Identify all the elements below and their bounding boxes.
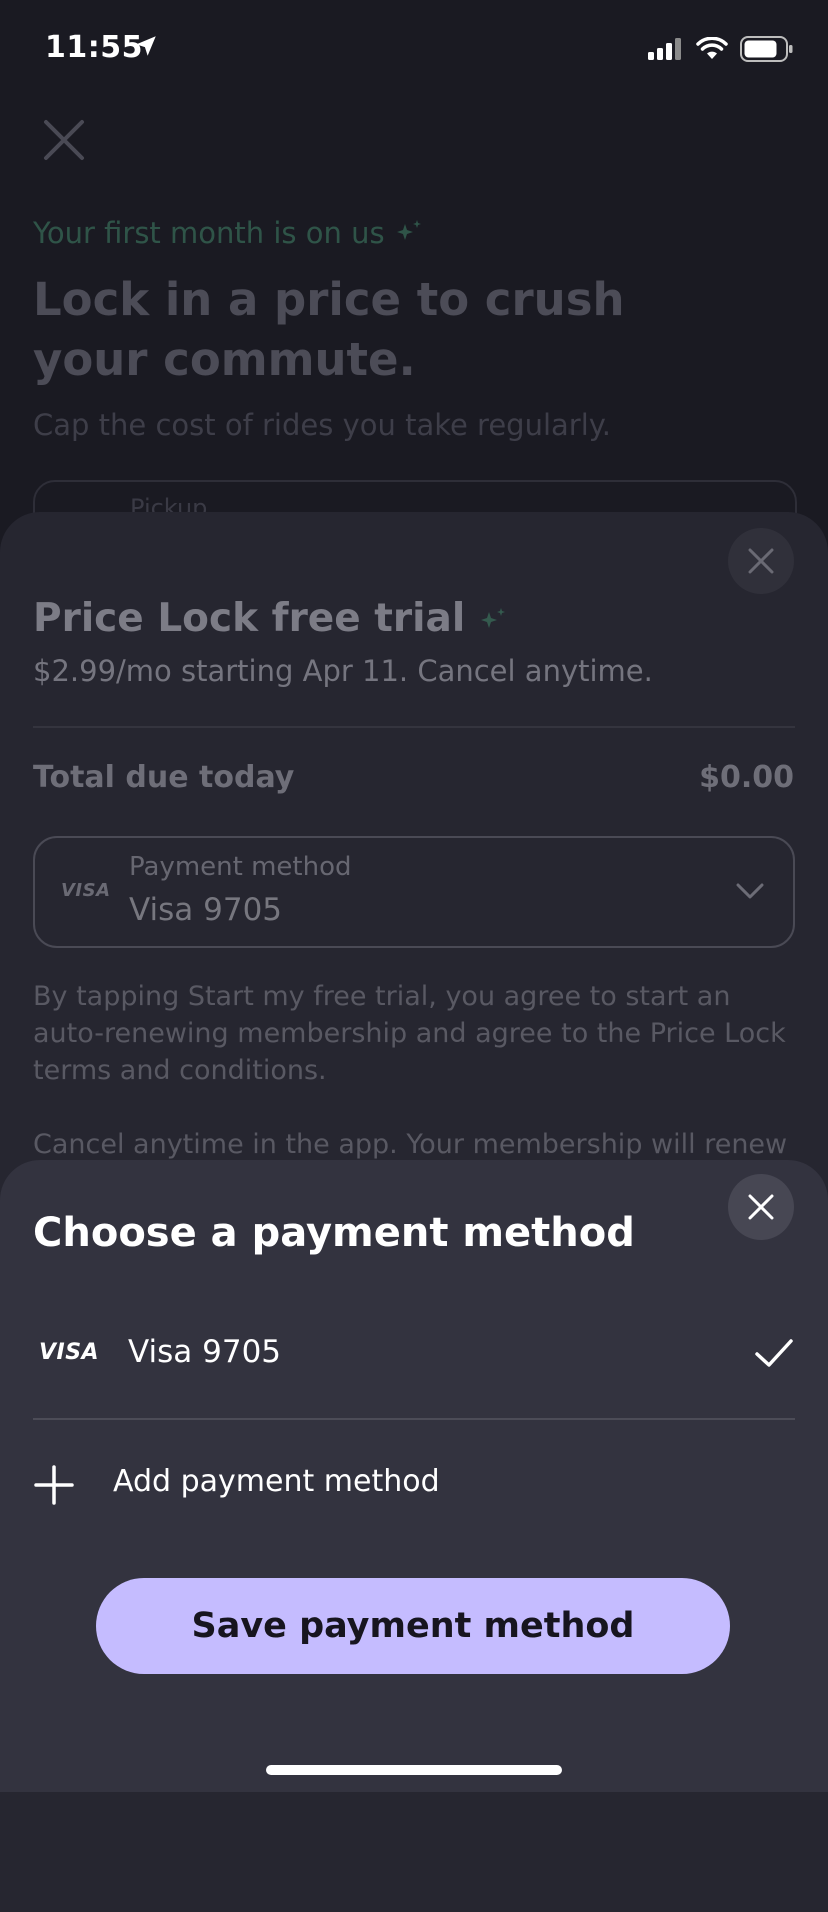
plus-icon xyxy=(34,1465,74,1505)
payment-method-label: Payment method xyxy=(129,852,352,882)
payment-method-select[interactable]: VISA Payment method Visa 9705 xyxy=(33,836,795,948)
visa-logo: VISA xyxy=(39,1340,100,1365)
trial-title-text: Price Lock free trial xyxy=(33,596,466,641)
cancel-note: Cancel anytime in the app. Your membersh… xyxy=(33,1129,788,1160)
sparkle-icon xyxy=(481,607,506,628)
trial-title: Price Lock free trial xyxy=(33,596,509,641)
divider xyxy=(33,1418,795,1420)
trial-subtitle: $2.99/mo starting Apr 11. Cancel anytime… xyxy=(33,654,653,688)
terms-text: By tapping Start my free trial, you agre… xyxy=(33,981,786,1086)
trial-sheet-close-button[interactable] xyxy=(728,528,794,594)
close-button[interactable] xyxy=(728,1174,794,1240)
save-payment-method-button[interactable]: Save payment method xyxy=(96,1578,730,1674)
page-subtitle: Cap the cost of rides you take regularly… xyxy=(33,408,612,442)
payment-option-label: Visa 9705 xyxy=(128,1334,282,1370)
sparkle-icon xyxy=(396,220,421,240)
close-icon xyxy=(748,548,774,574)
background-page: Your first month is on us Lock in a pric… xyxy=(0,0,828,564)
page-title: Lock in a price to crush your commute. xyxy=(33,273,625,386)
payment-method-sheet: Choose a payment method VISA Visa 9705 A… xyxy=(0,1160,828,1792)
divider xyxy=(33,726,795,728)
add-payment-method-label: Add payment method xyxy=(113,1464,440,1499)
visa-logo: VISA xyxy=(61,880,111,901)
add-payment-method-button[interactable]: Add payment method xyxy=(33,1430,795,1540)
home-indicator[interactable] xyxy=(266,1765,562,1775)
close-icon[interactable] xyxy=(42,118,86,162)
promo-label: Your first month is on us xyxy=(33,216,385,250)
close-icon xyxy=(748,1194,774,1220)
total-value: $0.00 xyxy=(699,760,794,795)
total-label: Total due today xyxy=(33,760,295,795)
chevron-down-icon xyxy=(736,883,764,899)
sheet-title: Choose a payment method xyxy=(33,1210,635,1256)
payment-option-visa[interactable]: VISA Visa 9705 xyxy=(33,1300,795,1410)
payment-method-value: Visa 9705 xyxy=(129,892,283,928)
checkmark-icon xyxy=(755,1339,793,1367)
promo-text: Your first month is on us xyxy=(33,216,425,250)
